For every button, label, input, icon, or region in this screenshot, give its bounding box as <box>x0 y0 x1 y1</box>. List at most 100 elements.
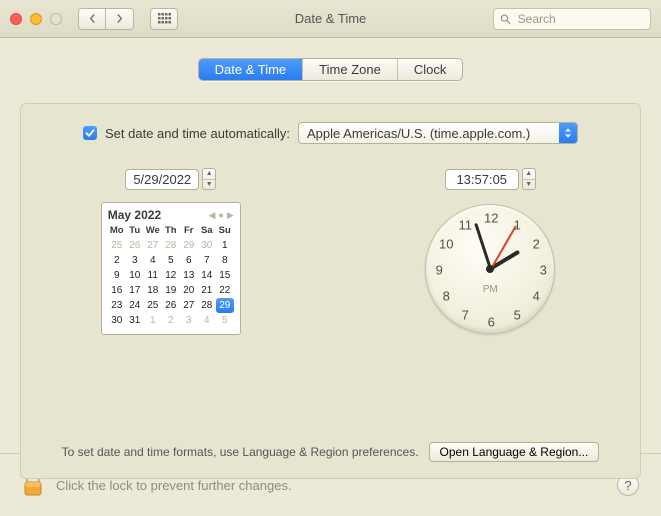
time-server-value: Apple Americas/U.S. (time.apple.com.) <box>307 126 530 141</box>
clock-numeral: 3 <box>533 263 553 278</box>
calendar-day[interactable]: 2 <box>162 313 180 328</box>
calendar-day[interactable]: 28 <box>162 238 180 253</box>
checkmark-icon <box>85 128 95 138</box>
minute-hand <box>474 223 492 270</box>
calendar-day[interactable]: 15 <box>216 268 234 283</box>
tab-time-zone[interactable]: Time Zone <box>302 59 397 80</box>
calendar-day[interactable]: 25 <box>108 238 126 253</box>
auto-set-label: Set date and time automatically: <box>105 126 290 141</box>
calendar-day[interactable]: 23 <box>108 298 126 313</box>
calendar[interactable]: May 2022 ◀ ● ▶ MoTuWeThFrSaSu25262728293… <box>101 202 241 335</box>
format-hint-text: To set date and time formats, use Langua… <box>62 445 419 459</box>
tab-date-time[interactable]: Date & Time <box>199 59 303 80</box>
calendar-day[interactable]: 5 <box>162 253 180 268</box>
calendar-dow: Tu <box>126 225 144 238</box>
show-all-button[interactable] <box>150 8 178 30</box>
analog-clock: PM 121234567891011 <box>425 204 555 334</box>
date-step-up[interactable]: ▲ <box>203 169 215 180</box>
clock-pin <box>486 265 494 273</box>
time-field-row: 13:57:05 ▲ ▼ <box>445 168 536 190</box>
calendar-day[interactable]: 25 <box>144 298 162 313</box>
calendar-day[interactable]: 9 <box>108 268 126 283</box>
calendar-day[interactable]: 26 <box>162 298 180 313</box>
clock-numeral: 4 <box>526 289 546 304</box>
calendar-day[interactable]: 18 <box>144 283 162 298</box>
calendar-day[interactable]: 3 <box>126 253 144 268</box>
date-field[interactable]: 5/29/2022 <box>125 169 199 190</box>
minimize-window-button[interactable] <box>30 13 42 25</box>
time-field[interactable]: 13:57:05 <box>445 169 519 190</box>
time-step-up[interactable]: ▲ <box>523 169 535 180</box>
calendar-month-year: May 2022 <box>108 208 161 222</box>
calendar-day[interactable]: 22 <box>216 283 234 298</box>
clock-ampm: PM <box>483 284 498 295</box>
calendar-day[interactable]: 13 <box>180 268 198 283</box>
calendar-day[interactable]: 16 <box>108 283 126 298</box>
calendar-day[interactable]: 20 <box>180 283 198 298</box>
auto-set-row: Set date and time automatically: Apple A… <box>41 122 620 144</box>
select-arrows-icon <box>559 123 577 143</box>
titlebar: Date & Time <box>0 0 661 38</box>
clock-numeral: 7 <box>455 308 475 323</box>
calendar-day[interactable]: 24 <box>126 298 144 313</box>
calendar-day[interactable]: 14 <box>198 268 216 283</box>
date-time-panel: Set date and time automatically: Apple A… <box>20 103 641 479</box>
time-server-select[interactable]: Apple Americas/U.S. (time.apple.com.) <box>298 122 578 144</box>
back-button[interactable] <box>78 8 106 30</box>
calendar-day[interactable]: 27 <box>144 238 162 253</box>
calendar-dow: We <box>144 225 162 238</box>
calendar-dow: Fr <box>180 225 198 238</box>
calendar-day[interactable]: 5 <box>216 313 234 328</box>
date-step-down[interactable]: ▼ <box>203 180 215 190</box>
clock-numeral: 11 <box>455 217 475 232</box>
calendar-day[interactable]: 8 <box>216 253 234 268</box>
calendar-day[interactable]: 10 <box>126 268 144 283</box>
calendar-day[interactable]: 28 <box>198 298 216 313</box>
calendar-day[interactable]: 26 <box>126 238 144 253</box>
calendar-day[interactable]: 29 <box>216 298 234 313</box>
calendar-day[interactable]: 1 <box>144 313 162 328</box>
calendar-dow: Mo <box>108 225 126 238</box>
calendar-prev-button[interactable]: ◀ <box>208 210 215 221</box>
calendar-day[interactable]: 21 <box>198 283 216 298</box>
apps-grid-icon <box>158 13 171 24</box>
clock-numeral: 10 <box>436 237 456 252</box>
time-stepper[interactable]: ▲ ▼ <box>522 168 536 190</box>
calendar-day[interactable]: 4 <box>144 253 162 268</box>
zoom-window-button <box>50 13 62 25</box>
calendar-today-button[interactable]: ● <box>218 210 223 221</box>
calendar-day[interactable]: 7 <box>198 253 216 268</box>
search-input[interactable] <box>516 11 644 27</box>
calendar-dow: Th <box>162 225 180 238</box>
nav-buttons <box>78 8 134 30</box>
window-controls <box>10 13 62 25</box>
search-field[interactable] <box>493 8 651 30</box>
clock-numeral: 1 <box>507 217 527 232</box>
calendar-day[interactable]: 27 <box>180 298 198 313</box>
calendar-day[interactable]: 1 <box>216 238 234 253</box>
calendar-day[interactable]: 17 <box>126 283 144 298</box>
open-language-region-button[interactable]: Open Language & Region... <box>429 442 600 462</box>
auto-set-checkbox[interactable] <box>83 126 97 140</box>
calendar-day[interactable]: 30 <box>108 313 126 328</box>
search-icon <box>500 13 511 25</box>
date-stepper[interactable]: ▲ ▼ <box>202 168 216 190</box>
calendar-day[interactable]: 31 <box>126 313 144 328</box>
chevron-right-icon <box>115 14 124 23</box>
time-step-down[interactable]: ▼ <box>523 180 535 190</box>
calendar-dow: Sa <box>198 225 216 238</box>
calendar-day[interactable]: 19 <box>162 283 180 298</box>
calendar-day[interactable]: 11 <box>144 268 162 283</box>
calendar-next-button[interactable]: ▶ <box>227 210 234 221</box>
tab-clock[interactable]: Clock <box>397 59 463 80</box>
calendar-day[interactable]: 30 <box>198 238 216 253</box>
close-window-button[interactable] <box>10 13 22 25</box>
calendar-day[interactable]: 4 <box>198 313 216 328</box>
forward-button[interactable] <box>106 8 134 30</box>
calendar-day[interactable]: 29 <box>180 238 198 253</box>
calendar-day[interactable]: 6 <box>180 253 198 268</box>
calendar-day[interactable]: 2 <box>108 253 126 268</box>
content: Date & TimeTime ZoneClock Set date and t… <box>0 38 661 454</box>
calendar-day[interactable]: 3 <box>180 313 198 328</box>
calendar-day[interactable]: 12 <box>162 268 180 283</box>
